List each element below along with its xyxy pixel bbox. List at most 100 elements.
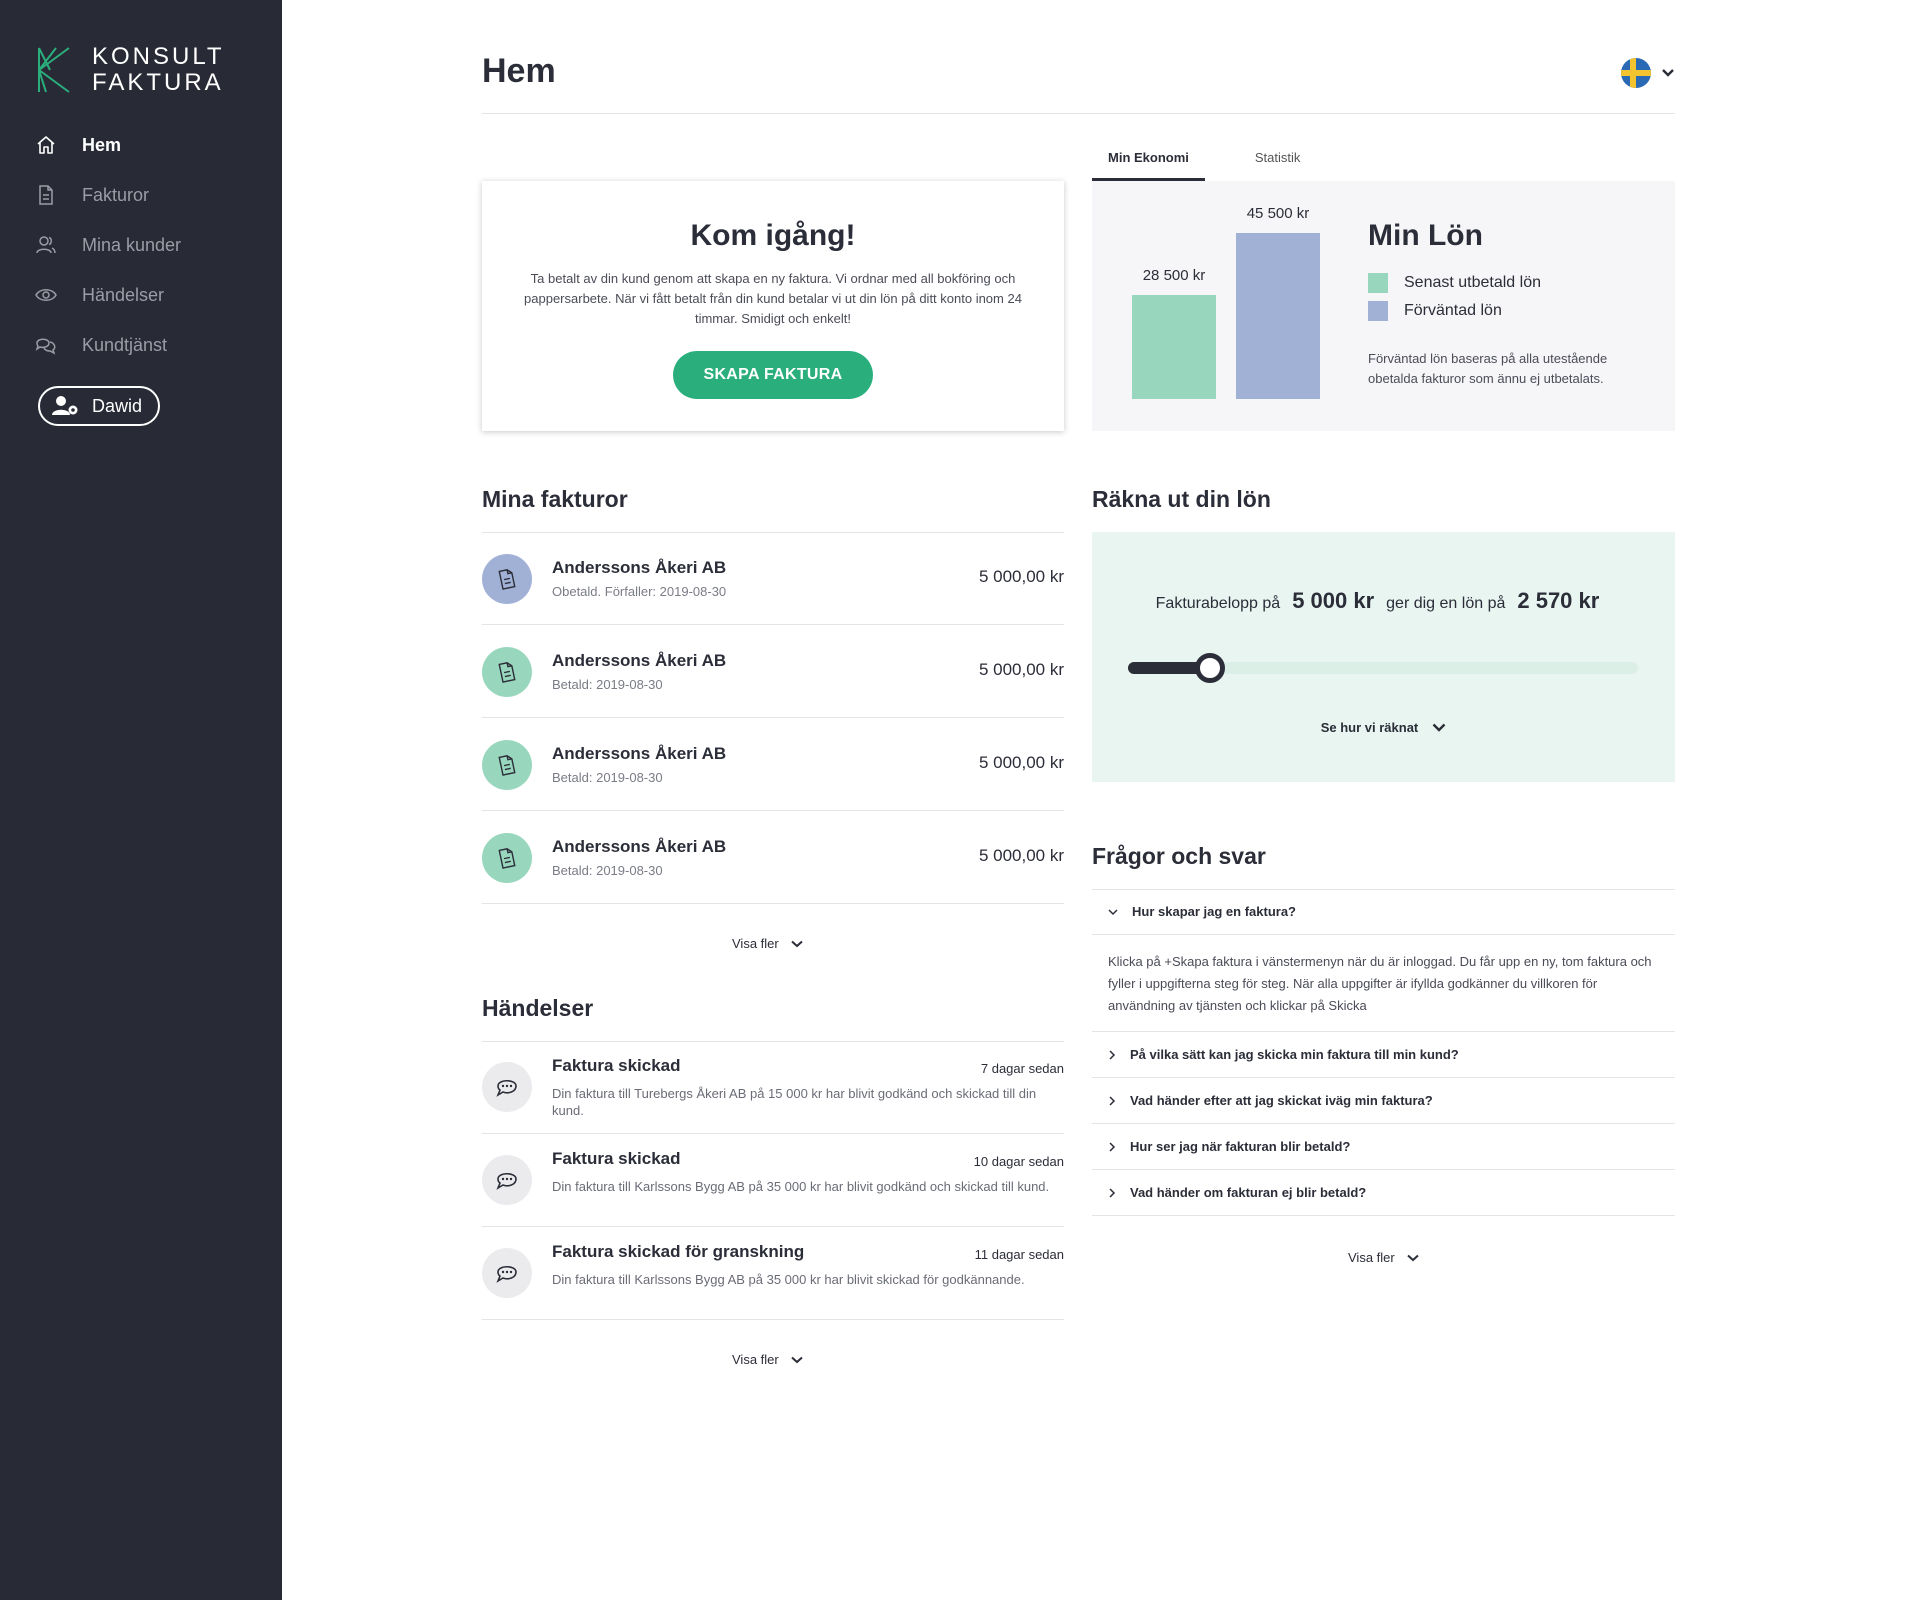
sidebar-item-label: Hem <box>82 134 122 155</box>
chevron-right-icon <box>1109 1095 1116 1106</box>
tab-statistik[interactable]: Statistik <box>1239 140 1317 181</box>
chevron-right-icon <box>1109 1049 1116 1060</box>
calculator-summary: Fakturabelopp på 5 000 kr ger dig en lön… <box>1092 588 1675 614</box>
invoice-row[interactable]: Anderssons Åkeri AB Betald: 2019-08-30 5… <box>482 625 1064 718</box>
logo-line2: FAKTURA <box>92 69 224 96</box>
invoice-document-icon <box>482 833 532 883</box>
events-list: Faktura skickad 7 dagar sedan Din faktur… <box>482 1041 1064 1320</box>
invoice-row[interactable]: Anderssons Åkeri AB Obetald. Förfaller: … <box>482 532 1064 625</box>
legend-item-paid: Senast utbetald lön <box>1368 273 1658 293</box>
sidebar-item-fakturor[interactable]: Fakturor <box>0 170 282 220</box>
divider <box>482 113 1675 114</box>
faq-question[interactable]: På vilka sätt kan jag skicka min faktura… <box>1092 1032 1675 1078</box>
users-icon <box>34 233 58 257</box>
invoice-document-icon <box>482 740 532 790</box>
sidebar-item-label: Fakturor <box>82 184 150 205</box>
create-invoice-button[interactable]: SKAPA FAKTURA <box>673 351 873 399</box>
faq-question-label: Hur ser jag när fakturan blir betald? <box>1130 1139 1351 1154</box>
event-description: Din faktura till Karlssons Bygg AB på 35… <box>552 1179 1050 1194</box>
message-icon <box>482 1155 532 1205</box>
get-started-title: Kom igång! <box>690 219 856 252</box>
faq-question-label: På vilka sätt kan jag skicka min faktura… <box>1130 1047 1459 1062</box>
message-icon <box>482 1062 532 1112</box>
events-show-more[interactable]: Visa fler <box>732 1352 803 1367</box>
invoice-status: Betald: 2019-08-30 <box>552 770 663 785</box>
chevron-down-icon <box>1432 723 1446 732</box>
event-time: 10 dagar sedan <box>973 1154 1064 1169</box>
see-calculation-label: Se hur vi räknat <box>1320 720 1419 735</box>
show-more-label: Visa fler <box>1348 1250 1395 1265</box>
logo[interactable]: KONSULT FAKTURA <box>36 44 225 96</box>
legend-label: Förväntad lön <box>1404 302 1502 319</box>
faq-question-label: Hur skapar jag en faktura? <box>1132 904 1296 919</box>
faq-question-label: Vad händer efter att jag skickat iväg mi… <box>1130 1093 1433 1108</box>
chevron-down-icon <box>791 1356 803 1363</box>
get-started-card: Kom igång! Ta betalt av din kund genom a… <box>482 181 1064 431</box>
invoice-row[interactable]: Anderssons Åkeri AB Betald: 2019-08-30 5… <box>482 718 1064 811</box>
tab-min-ekonomi[interactable]: Min Ekonomi <box>1092 140 1205 181</box>
invoices-show-more[interactable]: Visa fler <box>732 936 803 951</box>
invoice-customer: Anderssons Åkeri AB <box>552 558 727 577</box>
document-icon <box>34 183 58 207</box>
faq-question[interactable]: Vad händer om fakturan ej blir betald? <box>1092 1170 1675 1216</box>
invoice-status: Betald: 2019-08-30 <box>552 863 663 878</box>
user-button[interactable]: Dawid <box>38 386 161 426</box>
invoice-amount: 5 000,00 kr <box>978 660 1064 679</box>
chat-icon <box>34 333 58 357</box>
invoice-status: Obetald. Förfaller: 2019-08-30 <box>552 584 727 599</box>
event-row[interactable]: Faktura skickad 7 dagar sedan Din faktur… <box>482 1041 1064 1134</box>
invoice-customer: Anderssons Åkeri AB <box>552 837 727 856</box>
sidebar-item-label: Mina kunder <box>82 234 182 255</box>
sidebar: KONSULT FAKTURA Hem Fakturor Mina kunder <box>0 0 282 1600</box>
invoice-status: Betald: 2019-08-30 <box>552 677 663 692</box>
faq-question[interactable]: Vad händer efter att jag skickat iväg mi… <box>1092 1078 1675 1124</box>
legend-swatch <box>1368 301 1388 321</box>
chart-data-label: 45 500 kr <box>1246 204 1310 222</box>
invoice-document-icon <box>482 647 532 697</box>
invoice-amount: 5 000,00 kr <box>978 846 1064 865</box>
salary-info: Min Lön Senast utbetald lön Förväntad lö… <box>1368 219 1658 389</box>
faq-show-more[interactable]: Visa fler <box>1348 1250 1419 1265</box>
event-title: Faktura skickad <box>552 1056 681 1075</box>
page-title: Hem <box>482 52 556 90</box>
salary-value: 2 570 kr <box>1517 588 1600 613</box>
event-row[interactable]: Faktura skickad 10 dagar sedan Din faktu… <box>482 1134 1064 1227</box>
invoice-row[interactable]: Anderssons Åkeri AB Betald: 2019-08-30 5… <box>482 811 1064 904</box>
user-gear-icon <box>52 396 78 415</box>
invoice-amount: 5 000,00 kr <box>978 567 1064 586</box>
chevron-right-icon <box>1109 1141 1116 1152</box>
faq-question-open[interactable]: Hur skapar jag en faktura? <box>1092 889 1675 935</box>
chevron-down-icon <box>1662 69 1674 77</box>
show-more-label: Visa fler <box>732 1352 779 1367</box>
see-calculation-toggle[interactable]: Se hur vi räknat <box>1092 720 1675 735</box>
event-row[interactable]: Faktura skickad för granskning 11 dagar … <box>482 1227 1064 1320</box>
faq-question[interactable]: Hur ser jag när fakturan blir betald? <box>1092 1124 1675 1170</box>
chevron-down-icon <box>1108 908 1118 915</box>
sidebar-item-mina-kunder[interactable]: Mina kunder <box>0 220 282 270</box>
chevron-down-icon <box>791 940 803 947</box>
amount-slider[interactable] <box>1128 653 1638 683</box>
sidebar-item-handelser[interactable]: Händelser <box>0 270 282 320</box>
sidebar-item-label: Kundtjänst <box>82 334 168 355</box>
event-description: Din faktura till Turebergs Åkeri AB på 1… <box>552 1086 1037 1118</box>
events-title: Händelser <box>482 995 594 1021</box>
invoice-amount: 5 000,00 kr <box>978 753 1064 772</box>
chart-bar <box>1236 232 1320 399</box>
faq-answer: Klicka på +Skapa faktura i vänstermenyn … <box>1092 935 1675 1032</box>
logo-line1: KONSULT <box>92 43 225 70</box>
invoice-customer: Anderssons Åkeri AB <box>552 744 727 763</box>
slider-handle[interactable] <box>1194 653 1225 683</box>
event-title: Faktura skickad för granskning <box>552 1242 805 1261</box>
sidebar-nav: Hem Fakturor Mina kunder Händelser Kundt… <box>0 120 282 370</box>
calculator-prefix: Fakturabelopp på <box>1155 595 1281 612</box>
chevron-right-icon <box>1109 1187 1116 1198</box>
legend-item-expected: Förväntad lön <box>1368 301 1658 321</box>
chevron-down-icon <box>1407 1254 1419 1261</box>
sidebar-item-kundtjanst[interactable]: Kundtjänst <box>0 320 282 370</box>
calculator-middle: ger dig en lön på <box>1386 595 1506 612</box>
sidebar-item-hem[interactable]: Hem <box>0 120 282 170</box>
salary-calculator: Fakturabelopp på 5 000 kr ger dig en lön… <box>1092 532 1675 782</box>
legend-label: Senast utbetald lön <box>1404 274 1541 291</box>
language-selector[interactable] <box>1621 58 1675 88</box>
logo-icon <box>38 47 70 93</box>
